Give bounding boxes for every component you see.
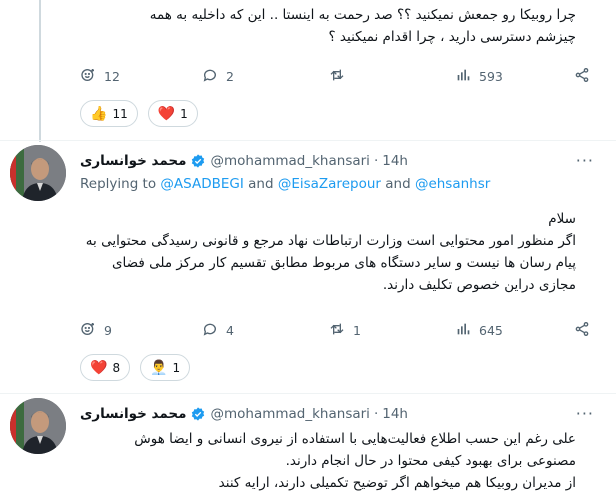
heart-icon: ❤️ — [90, 359, 108, 376]
separator: · — [373, 153, 379, 169]
replying-and: and — [385, 176, 411, 192]
views-button[interactable]: 593 — [455, 67, 503, 86]
tweet-line: علی رغم این حسب اطلاع فعالیت‌هایی با است… — [134, 431, 576, 447]
tweet-line: از مدیران روبیکا هم میخواهم اگر توضیح تک… — [218, 475, 576, 491]
reaction-chip[interactable]: 👨‍💼 1 — [140, 354, 191, 381]
reply-emoji-icon — [80, 67, 96, 86]
tweet-divider — [0, 140, 616, 141]
comment-button[interactable]: 2 — [202, 67, 234, 86]
tweet-text: سلام اگر منظور امور محتوایی است وزارت ار… — [80, 208, 576, 296]
share-button[interactable] — [574, 321, 590, 340]
tweet-line: مصنوعی برای بهبود کیفی محتوا در حال انجا… — [285, 453, 576, 469]
person-icon: 👨‍💼 — [150, 359, 168, 376]
reaction-count: 11 — [112, 106, 128, 121]
views-count: 645 — [479, 322, 503, 338]
verified-badge-icon — [190, 153, 206, 169]
reply-button[interactable]: 12 — [80, 67, 120, 86]
timestamp[interactable]: 14h — [382, 153, 408, 169]
author-name[interactable]: محمد خوانساری — [80, 153, 186, 169]
author-handle[interactable]: @mohammad_khansari — [210, 406, 369, 422]
views-icon — [455, 67, 471, 86]
retweet-count: 1 — [353, 322, 361, 338]
tweet-line: مجازی دراین خصوص تکلیف دارند. — [382, 277, 576, 293]
comment-button[interactable]: 4 — [202, 321, 234, 340]
reactions-bar: 👍 11 ❤️ 1 — [80, 100, 198, 127]
more-icon[interactable]: ··· — [576, 404, 594, 423]
reaction-count: 1 — [172, 360, 181, 375]
tweet-divider — [0, 393, 616, 394]
reaction-chip[interactable]: ❤️ 1 — [147, 100, 198, 127]
mention-link[interactable]: @ehsanhsr — [415, 176, 490, 192]
reaction-chip[interactable]: ❤️ 8 — [80, 354, 131, 381]
share-button[interactable] — [574, 67, 590, 86]
comment-icon — [202, 67, 218, 86]
views-button[interactable]: 645 — [455, 321, 503, 340]
reply-button[interactable]: 9 — [80, 321, 112, 340]
tweet-actions: 9 4 1 645 — [80, 318, 596, 342]
comment-count: 4 — [226, 322, 234, 338]
reaction-chip[interactable]: 👍 11 — [80, 100, 138, 127]
tweet-line: سلام — [548, 211, 576, 227]
retweet-icon — [329, 67, 345, 86]
tweet-line: چرا روبیکا رو جمعش نمیکنید ؟؟ صد رحمت به… — [149, 7, 576, 23]
share-icon — [574, 67, 590, 86]
author-name[interactable]: محمد خوانساری — [80, 406, 186, 422]
comment-icon — [202, 321, 218, 340]
tweet-text: علی رغم این حسب اطلاع فعالیت‌هایی با است… — [80, 428, 576, 494]
retweet-icon — [329, 321, 345, 340]
tweet-header: محمد خوانساری @mohammad_khansari · 14h — [80, 150, 596, 172]
comment-count: 2 — [226, 68, 234, 84]
tweet-line: پیام رسان ها نیست و سایر دستگاه های مربو… — [111, 255, 576, 271]
timestamp[interactable]: 14h — [382, 406, 408, 422]
reaction-count: 8 — [112, 360, 121, 375]
separator: · — [373, 406, 379, 422]
mention-link[interactable]: @EisaZarepour — [278, 176, 381, 192]
tweet-line: چیزشم دسترسی دارید ، چرا اقدام نمیکنید ؟ — [328, 29, 576, 45]
replying-and: and — [248, 176, 274, 192]
mention-link[interactable]: @ASADBEGI — [160, 176, 243, 192]
reply-emoji-icon — [80, 321, 96, 340]
avatar[interactable] — [10, 398, 66, 454]
author-handle[interactable]: @mohammad_khansari — [210, 153, 369, 169]
retweet-button[interactable] — [329, 67, 353, 86]
reaction-count: 1 — [180, 106, 188, 121]
reply-count: 12 — [104, 68, 120, 84]
thumbs-up-icon: 👍 — [90, 105, 108, 122]
views-icon — [455, 321, 471, 340]
thread-line — [39, 0, 41, 142]
reactions-bar: ❤️ 8 👨‍💼 1 — [80, 354, 191, 381]
tweet-line: اگر منظور امور محتوایی است وزارت ارتباطا… — [85, 233, 576, 249]
tweet-text: چرا روبیکا رو جمعش نمیکنید ؟؟ صد رحمت به… — [80, 4, 576, 48]
more-icon[interactable]: ··· — [576, 151, 594, 170]
verified-badge-icon — [190, 406, 206, 422]
tweet-actions: 12 2 593 — [80, 64, 596, 88]
replying-label: Replying to — [80, 176, 157, 192]
reply-count: 9 — [104, 322, 112, 338]
retweet-button[interactable]: 1 — [329, 321, 361, 340]
share-icon — [574, 321, 590, 340]
heart-icon: ❤️ — [157, 105, 176, 122]
tweet-header: محمد خوانساری @mohammad_khansari · 14h — [80, 403, 596, 425]
views-count: 593 — [479, 68, 503, 84]
replying-to: Replying to @ASADBEGI and @EisaZarepour … — [80, 176, 490, 192]
avatar[interactable] — [10, 145, 66, 201]
